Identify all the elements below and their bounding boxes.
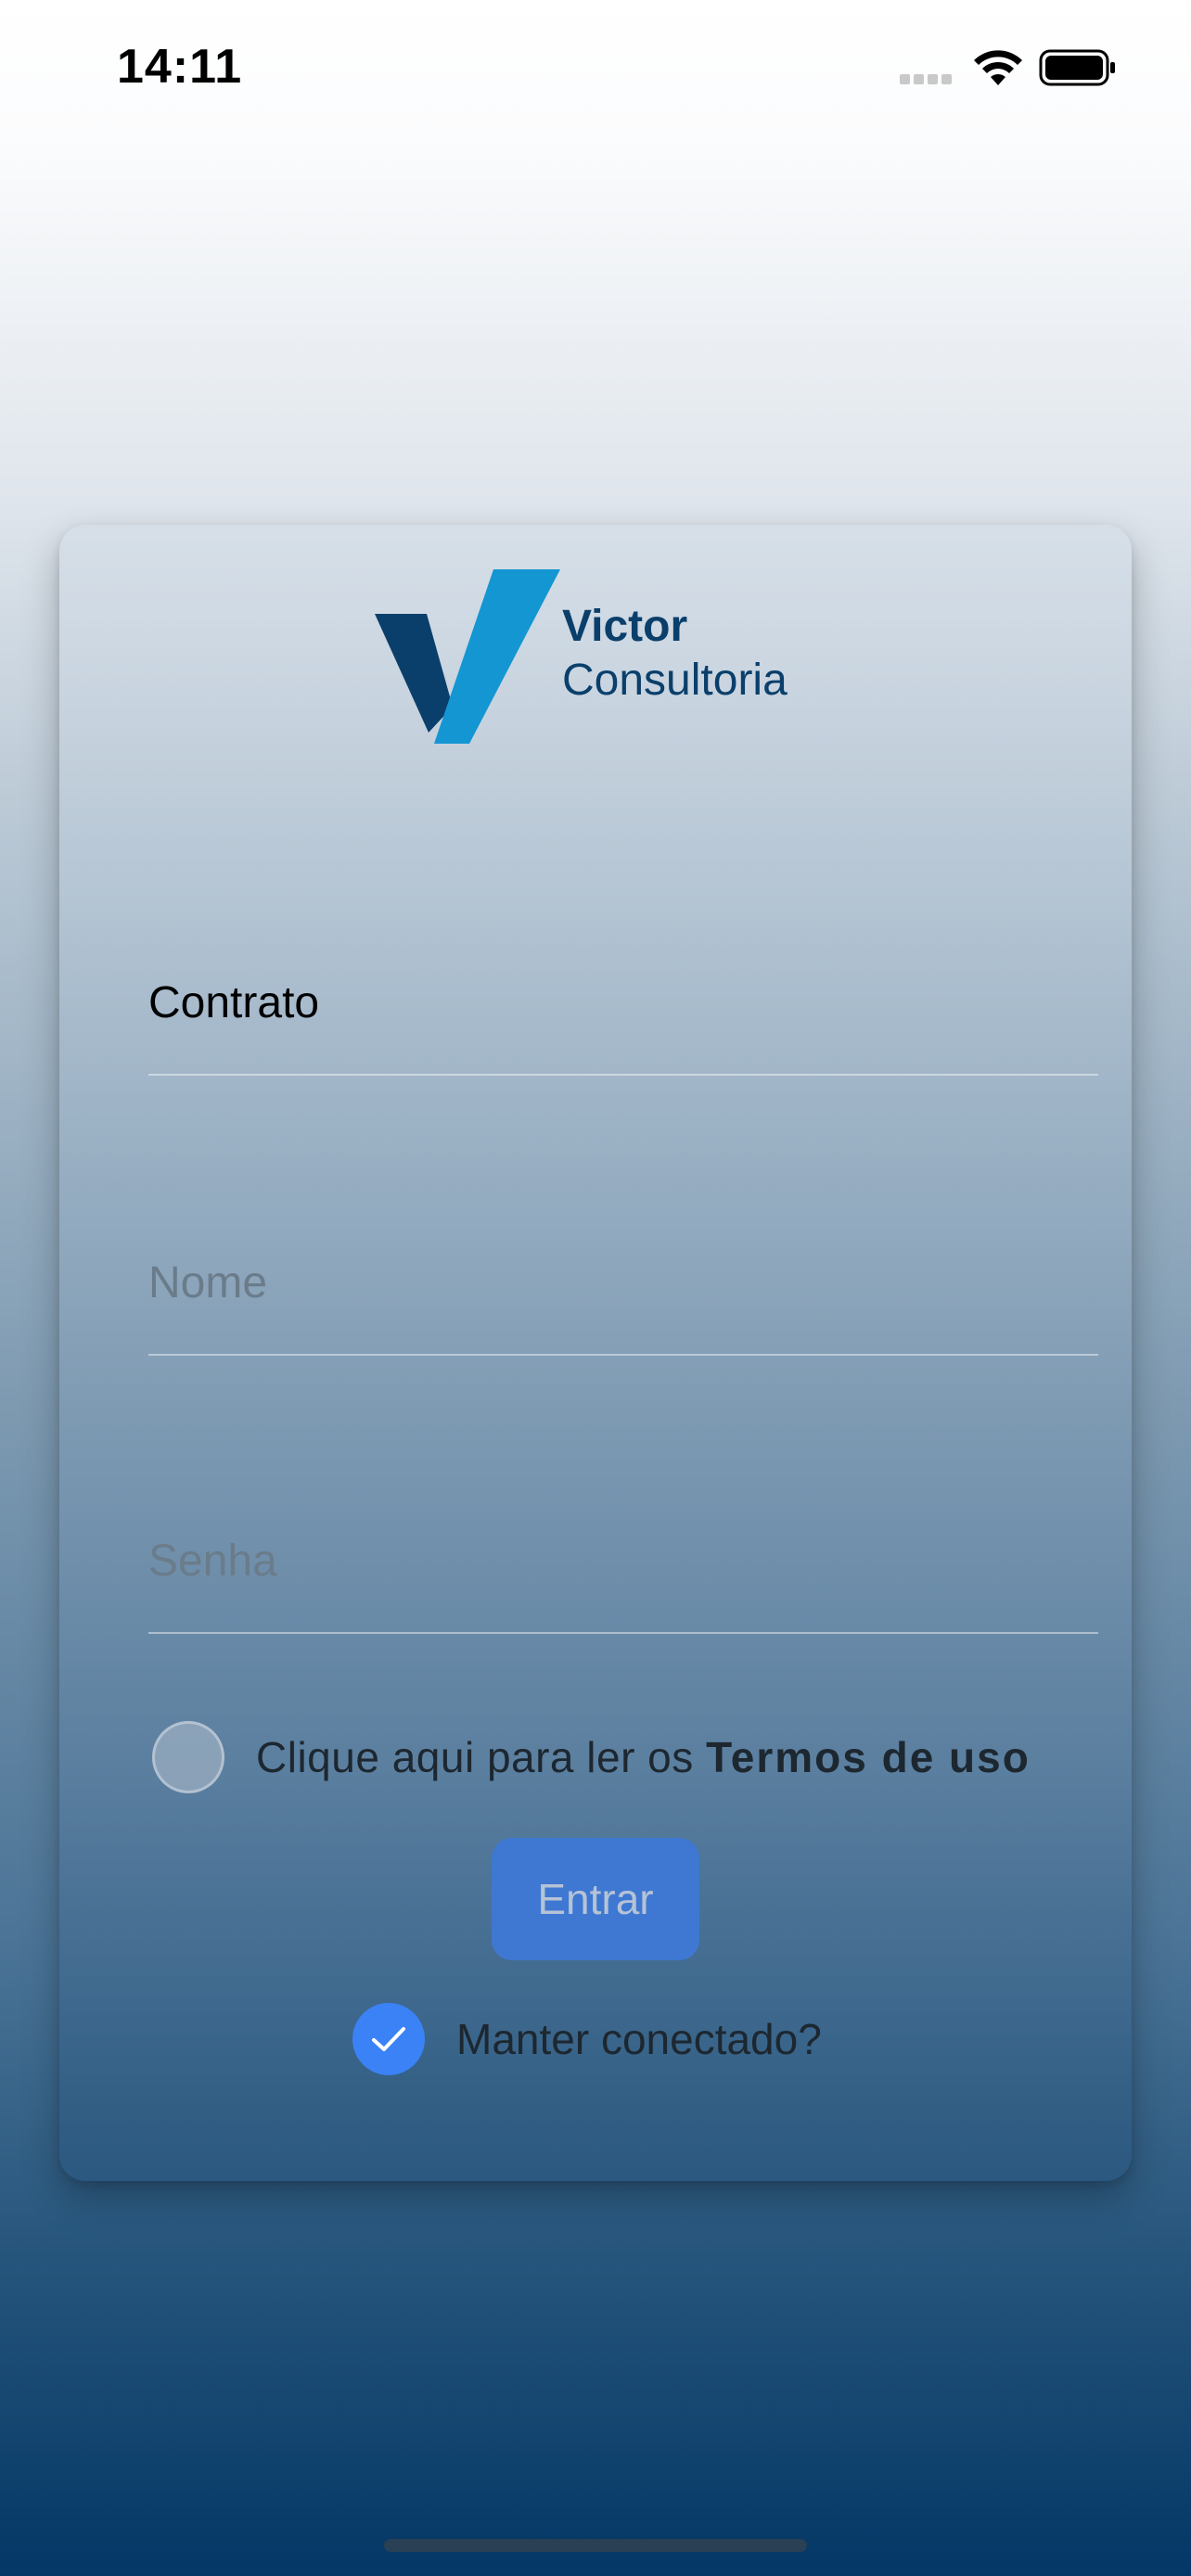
terms-text[interactable]: Clique aqui para ler os Termos de uso — [256, 1732, 1031, 1782]
contract-label: Contrato — [148, 978, 320, 1027]
login-button[interactable]: Entrar — [492, 1838, 699, 1960]
password-input[interactable] — [148, 1536, 1098, 1587]
terms-link[interactable]: Termos de uso — [706, 1733, 1031, 1781]
contract-underline — [148, 1074, 1098, 1076]
terms-row[interactable]: Clique aqui para ler os Termos de uso — [152, 1719, 1080, 1793]
name-underline — [148, 1354, 1098, 1356]
password-underline — [148, 1632, 1098, 1634]
name-field[interactable] — [148, 1257, 1098, 1359]
keep-connected-checkbox[interactable] — [352, 2003, 425, 2075]
status-bar: 14:11 — [0, 0, 1191, 139]
status-time: 14:11 — [117, 40, 243, 94]
keep-connected-label: Manter conectado? — [456, 2015, 822, 2063]
home-indicator[interactable] — [384, 2539, 807, 2552]
checkmark-icon — [372, 2027, 405, 2051]
logo-text-consultoria: Consultoria — [562, 656, 788, 705]
name-input[interactable] — [148, 1257, 1098, 1308]
battery-icon — [1039, 49, 1115, 86]
wifi-icon — [974, 50, 1022, 85]
cellular-signal-icon — [900, 72, 957, 85]
v-logo-icon — [375, 569, 560, 744]
keep-connected-row[interactable]: Manter conectado? — [352, 2003, 872, 2077]
password-field[interactable] — [148, 1536, 1098, 1638]
contract-field[interactable]: Contrato — [148, 977, 1098, 1079]
logo-text-victor: Victor — [562, 602, 688, 651]
company-logo: Victor Consultoria — [375, 567, 820, 749]
terms-prefix: Clique aqui para ler os — [256, 1733, 694, 1781]
terms-radio-button[interactable] — [152, 1721, 224, 1793]
